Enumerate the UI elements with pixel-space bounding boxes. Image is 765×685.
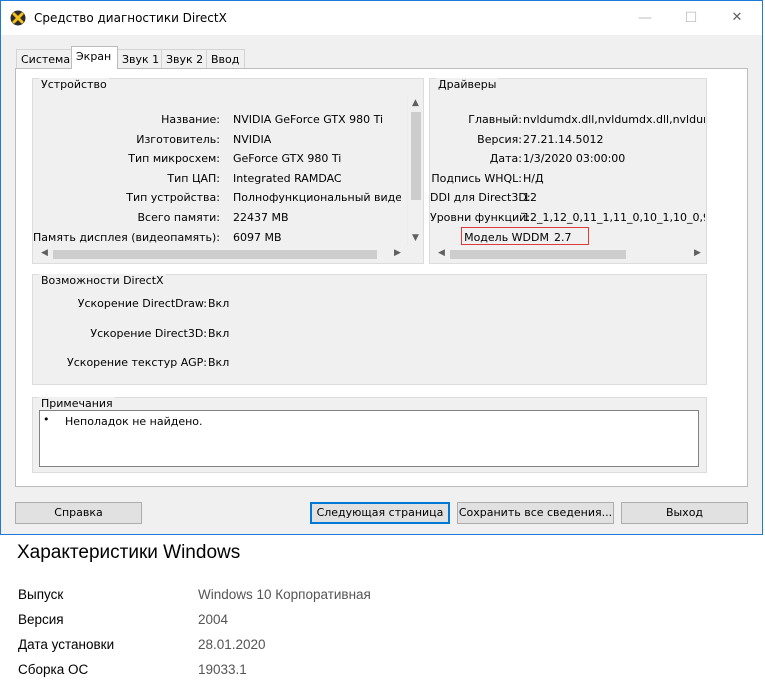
total-memory-value: 22437 MB	[233, 211, 289, 224]
feature-levels-value: 12_1,12_0,11_1,11_0,10_1,10_0,9_3	[523, 211, 705, 224]
title-bar[interactable]: Средство диагностики DirectX — ☐ ✕	[1, 1, 762, 35]
drivers-group-title: Драйверы	[436, 78, 499, 91]
display-memory-value: 6097 MB	[233, 231, 282, 244]
dac-type-value: Integrated RAMDAC	[233, 172, 342, 185]
ddi-label: DDI для Direct3D:	[430, 191, 531, 204]
edition-value: Windows 10 Корпоративная	[198, 587, 371, 602]
windows-specs-title: Характеристики Windows	[17, 542, 241, 563]
total-memory-label: Всего памяти:	[137, 211, 220, 224]
device-name-value: NVIDIA GeForce GTX 980 Ti	[233, 113, 384, 126]
tab-display[interactable]: Экран	[71, 46, 118, 69]
maximize-button[interactable]: ☐	[668, 1, 714, 35]
dxdiag-window: Средство диагностики DirectX — ☐ ✕ Систе…	[0, 0, 763, 535]
chip-type-value: GeForce GTX 980 Ti	[233, 152, 342, 165]
close-button[interactable]: ✕	[714, 1, 760, 35]
manufacturer-label: Изготовитель:	[136, 133, 220, 146]
install-date-value: 28.01.2020	[198, 637, 266, 652]
agp-value: Вкл	[208, 356, 230, 369]
drivers-horizontal-scrollbar[interactable]: ◀ ▶	[434, 246, 706, 262]
direct3d-label: Ускорение Direct3D:	[90, 327, 207, 340]
ddi-value: 12	[523, 191, 537, 204]
device-type-value: Полнофункциональный видеоадап	[233, 191, 401, 204]
device-group: Устройство Название: NVIDIA GeForce GTX …	[32, 78, 424, 264]
device-vertical-scrollbar[interactable]: ▲ ▼	[407, 96, 423, 246]
chip-type-label: Тип микросхем:	[128, 152, 220, 165]
tab-sound-1[interactable]: Звук 1	[117, 49, 162, 68]
directdraw-label: Ускорение DirectDraw:	[77, 297, 207, 310]
scroll-up-arrow-icon[interactable]: ▲	[409, 97, 422, 110]
notes-textbox[interactable]: • Неполадок не найдено.	[39, 410, 699, 467]
wddm-highlight-box	[461, 227, 589, 245]
scroll-thumb[interactable]	[53, 250, 377, 259]
scroll-down-arrow-icon[interactable]: ▼	[409, 232, 422, 245]
display-memory-label: Память дисплея (видеопамять):	[33, 231, 220, 244]
driver-date-value: 1/3/2020 03:00:00	[523, 152, 626, 165]
notes-bullet: •	[43, 413, 50, 426]
notes-item: Неполадок не найдено.	[65, 415, 203, 428]
manufacturer-value: NVIDIA	[233, 133, 272, 146]
feature-levels-label: Уровни функций:	[430, 211, 530, 224]
driver-date-label: Дата:	[489, 152, 522, 165]
version-value: 2004	[198, 612, 229, 627]
next-page-button[interactable]: Следующая страница	[310, 502, 450, 524]
device-horizontal-scrollbar[interactable]: ◀ ▶	[37, 246, 407, 262]
display-tab-panel: Устройство Название: NVIDIA GeForce GTX …	[15, 68, 748, 487]
device-group-title: Устройство	[39, 78, 109, 91]
tab-sound-2[interactable]: Звук 2	[161, 49, 207, 68]
directx-features-title: Возможности DirectX	[39, 274, 166, 287]
directdraw-value: Вкл	[208, 297, 230, 310]
os-build-value: 19033.1	[198, 662, 247, 677]
whql-label: Подпись WHQL:	[431, 172, 522, 185]
exit-button[interactable]: Выход	[621, 502, 748, 524]
directx-x-icon	[10, 10, 26, 26]
directx-features-group: Возможности DirectX Ускорение DirectDraw…	[32, 274, 707, 385]
agp-label: Ускорение текстур AGP:	[67, 356, 207, 369]
save-all-button[interactable]: Сохранить все сведения...	[457, 502, 614, 524]
scroll-thumb[interactable]	[411, 112, 421, 200]
notes-group: Примечания • Неполадок не найдено.	[32, 397, 707, 473]
drivers-group: Драйверы Главный: nvldumdx.dll,nvldumdx.…	[429, 78, 707, 264]
window-title: Средство диагностики DirectX	[34, 11, 227, 25]
direct3d-value: Вкл	[208, 327, 230, 340]
scroll-thumb[interactable]	[450, 250, 626, 259]
driver-version-value: 27.21.14.5012	[523, 133, 604, 146]
minimize-button[interactable]: —	[622, 1, 668, 35]
edition-label: Выпуск	[18, 587, 64, 602]
help-button[interactable]: Справка	[15, 502, 142, 524]
os-build-label: Сборка ОС	[18, 662, 89, 677]
device-type-label: Тип устройства:	[126, 191, 220, 204]
tab-input[interactable]: Ввод	[206, 49, 245, 68]
install-date-label: Дата установки	[18, 637, 115, 652]
whql-value: Н/Д	[523, 172, 544, 185]
scroll-right-arrow-icon[interactable]: ▶	[391, 247, 404, 260]
version-label: Версия	[18, 612, 64, 627]
dac-type-label: Тип ЦАП:	[167, 172, 220, 185]
driver-version-label: Версия:	[477, 133, 522, 146]
scroll-left-arrow-icon[interactable]: ◀	[435, 247, 448, 260]
notes-title: Примечания	[39, 397, 115, 410]
scroll-right-arrow-icon[interactable]: ▶	[691, 247, 704, 260]
scroll-left-arrow-icon[interactable]: ◀	[38, 247, 51, 260]
main-driver-value: nvldumdx.dll,nvldumdx.dll,nvldumdx.c	[523, 113, 705, 126]
main-driver-label: Главный:	[468, 113, 522, 126]
tab-system[interactable]: Система	[16, 49, 72, 68]
device-name-label: Название:	[161, 113, 220, 126]
